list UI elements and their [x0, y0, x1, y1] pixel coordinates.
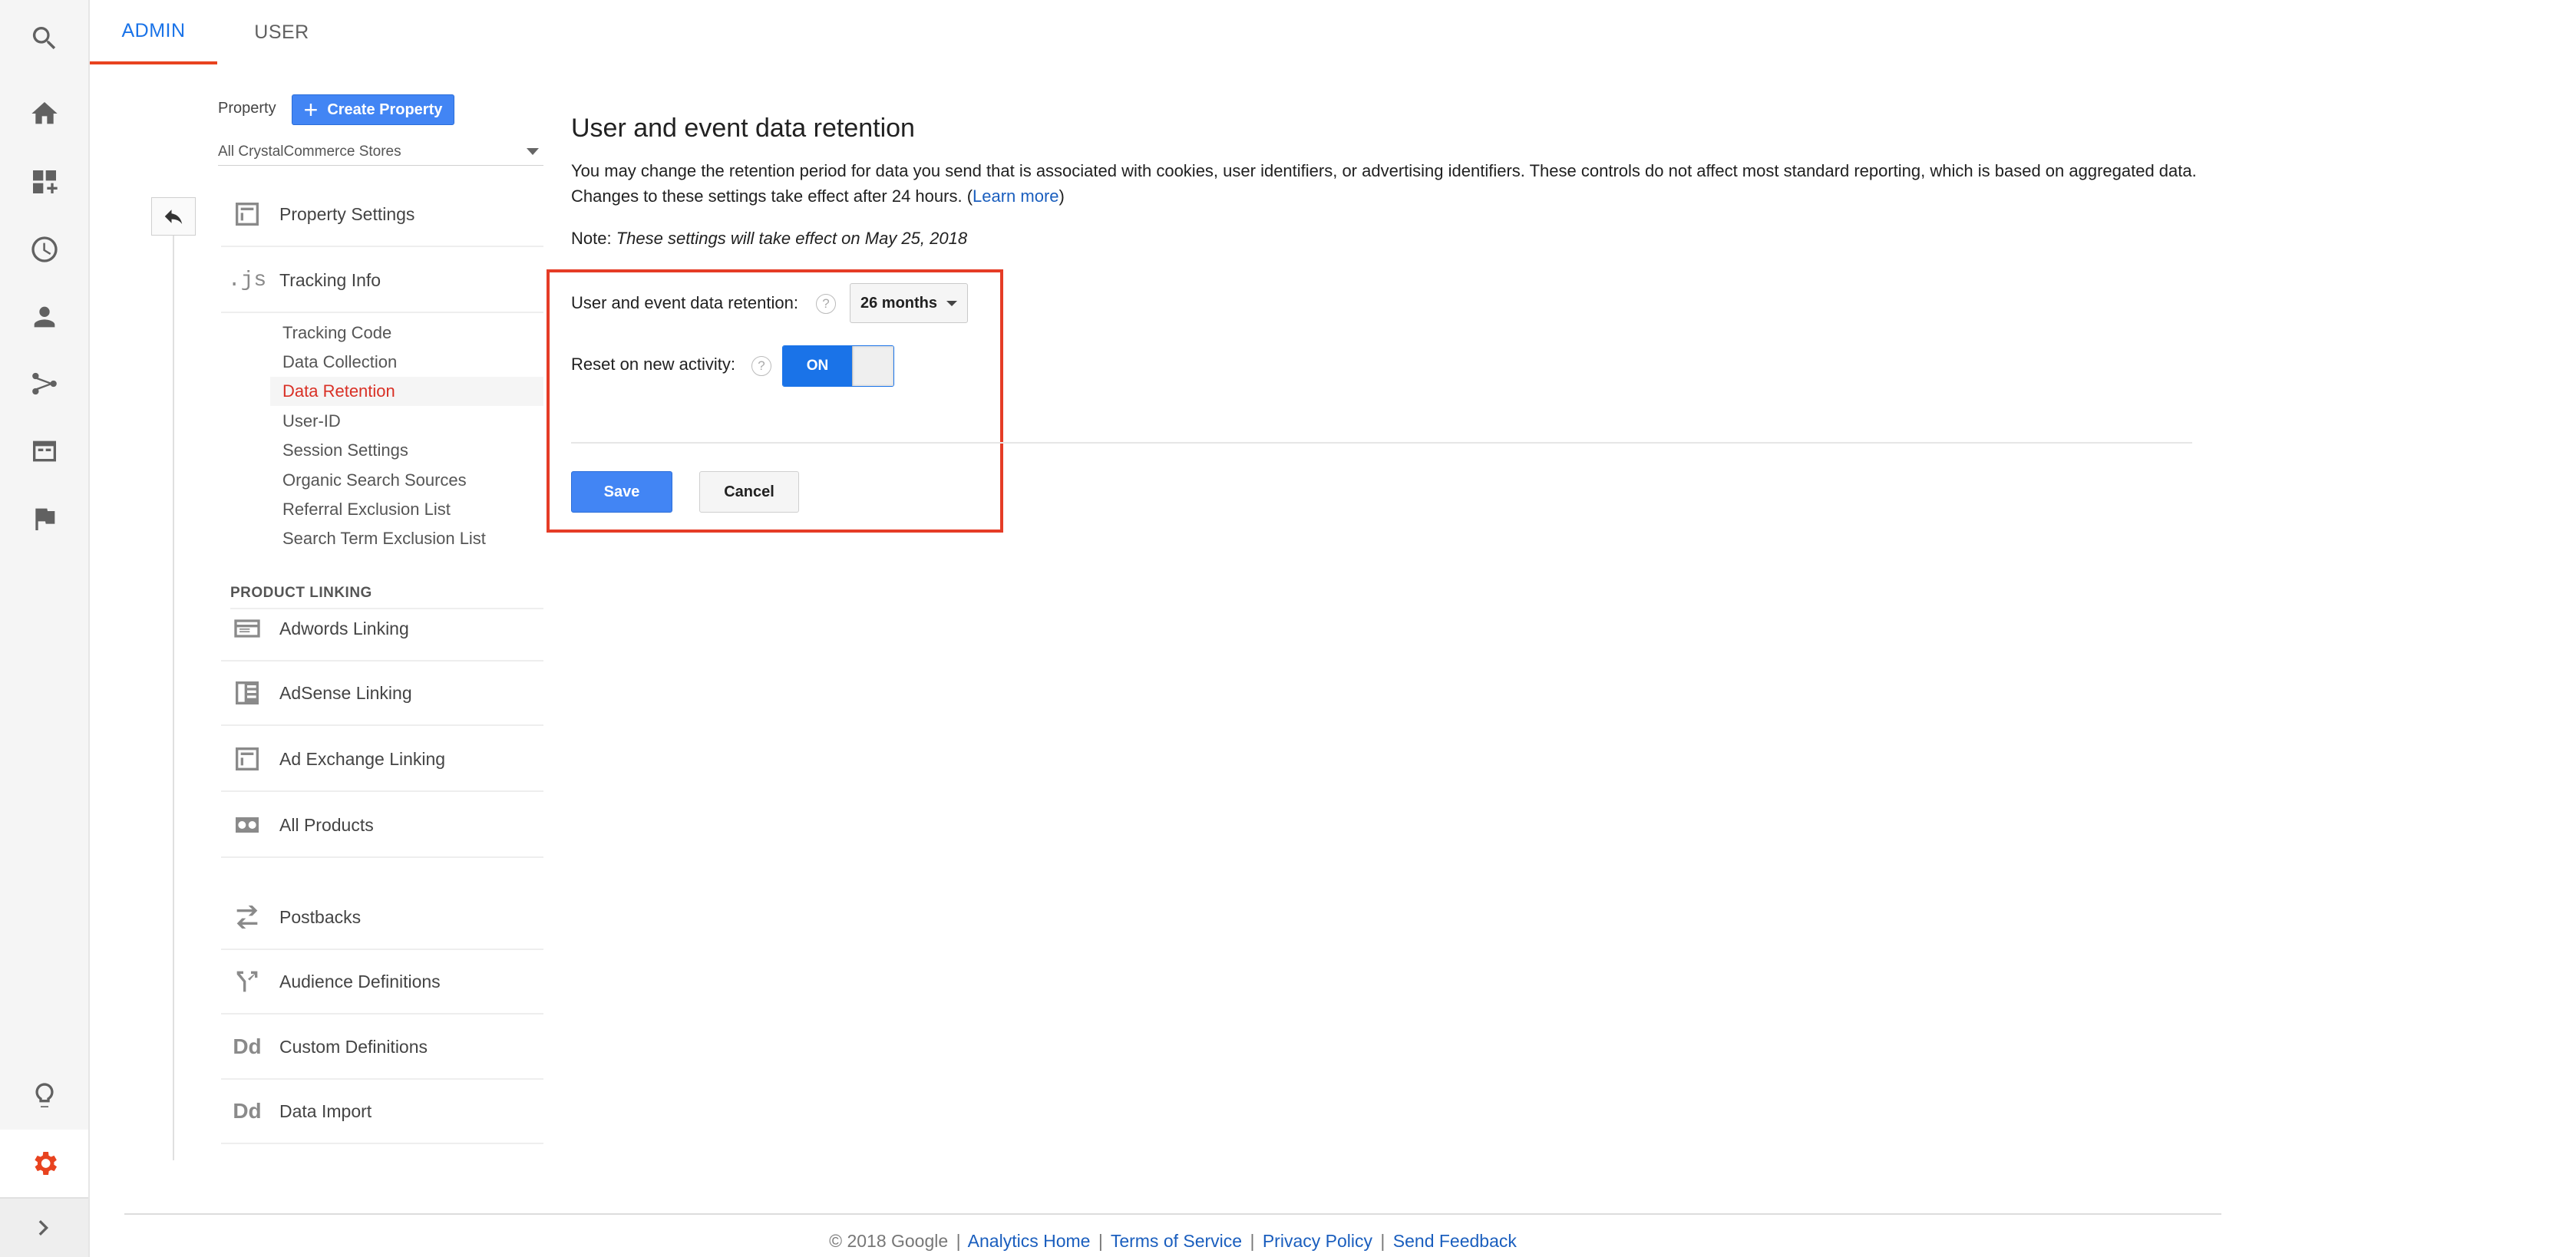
audience-icon[interactable] — [0, 283, 88, 351]
home-icon[interactable] — [0, 80, 88, 147]
create-property-button[interactable]: + Create Property — [292, 94, 454, 125]
nav-adsense-linking[interactable]: AdSense Linking — [221, 661, 543, 726]
audience-definitions-icon — [229, 963, 266, 1000]
nav-label: Custom Definitions — [279, 1036, 428, 1057]
adwords-icon — [229, 610, 266, 647]
custom-definitions-icon: Dd — [233, 1034, 262, 1058]
nav-label: Data Import — [279, 1100, 372, 1121]
left-rail — [0, 0, 90, 1257]
expand-icon[interactable] — [0, 1197, 88, 1257]
toggle-state-label: ON — [783, 346, 852, 386]
page-title: User and event data retention — [571, 114, 915, 143]
nav-label: Audience Definitions — [279, 971, 441, 991]
sub-organic-search-sources[interactable]: Organic Search Sources — [270, 466, 543, 495]
nav-label: Ad Exchange Linking — [279, 748, 446, 769]
analytics-home-link[interactable]: Analytics Home — [968, 1231, 1091, 1251]
divider — [571, 442, 2192, 444]
help-icon[interactable]: ? — [816, 294, 836, 314]
nav-label: Adwords Linking — [279, 618, 409, 638]
settings-icon[interactable] — [0, 1130, 88, 1197]
realtime-icon[interactable] — [0, 216, 88, 283]
ad-exchange-icon — [229, 741, 266, 777]
all-products-icon — [229, 807, 266, 843]
footer-separator: | — [956, 1231, 961, 1251]
nav-vertical-line — [173, 236, 174, 1160]
learn-more-link[interactable]: Learn more — [973, 186, 1059, 206]
toggle-knob — [852, 346, 893, 386]
tab-user[interactable]: USER — [217, 0, 346, 64]
sub-tracking-code[interactable]: Tracking Code — [270, 318, 543, 348]
nav-data-import[interactable]: Dd Data Import — [221, 1080, 543, 1144]
create-property-label: Create Property — [327, 101, 443, 118]
customization-icon[interactable] — [0, 148, 88, 216]
nav-label: Postbacks — [279, 906, 362, 927]
property-select-value: All CrystalCommerce Stores — [218, 143, 401, 160]
acquisition-icon[interactable] — [0, 350, 88, 417]
footer-separator: | — [1250, 1231, 1255, 1251]
footer-divider — [124, 1213, 2221, 1215]
terms-of-service-link[interactable]: Terms of Service — [1111, 1231, 1242, 1251]
retention-period-value: 26 months — [860, 294, 938, 312]
nav-property-settings[interactable]: Property Settings — [221, 183, 543, 247]
plus-icon: + — [303, 96, 319, 124]
nav-all-products[interactable]: All Products — [221, 793, 543, 858]
help-icon[interactable]: ? — [751, 356, 771, 376]
property-select[interactable]: All CrystalCommerce Stores — [218, 138, 543, 166]
note-text: These settings will take effect on May 2… — [616, 229, 968, 248]
sub-data-collection[interactable]: Data Collection — [270, 348, 543, 377]
retention-period-select[interactable]: 26 months — [850, 283, 968, 323]
nav-label: All Products — [279, 814, 374, 835]
reset-label: Reset on new activity: — [571, 355, 735, 374]
footer: © 2018 Google | Analytics Home | Terms o… — [124, 1231, 2221, 1252]
cancel-button[interactable]: Cancel — [699, 471, 799, 513]
behavior-icon[interactable] — [0, 417, 88, 485]
nav-label: Property Settings — [279, 203, 415, 224]
retention-description: You may change the retention period for … — [571, 158, 2198, 209]
nav-label: Tracking Info — [279, 269, 381, 290]
retention-label: User and event data retention: — [571, 293, 798, 312]
discover-icon[interactable] — [0, 1062, 88, 1130]
data-import-icon: Dd — [233, 1099, 262, 1123]
postbacks-icon — [229, 899, 266, 935]
sub-data-retention[interactable]: Data Retention — [270, 377, 543, 406]
reset-on-activity-toggle[interactable]: ON — [782, 345, 894, 387]
tab-admin[interactable]: ADMIN — [90, 0, 217, 64]
privacy-policy-link[interactable]: Privacy Policy — [1263, 1231, 1372, 1251]
admin-user-tabs: ADMIN USER — [90, 0, 346, 64]
sub-search-term-exclusion-list[interactable]: Search Term Exclusion List — [270, 524, 543, 553]
sub-referral-exclusion-list[interactable]: Referral Exclusion List — [270, 495, 543, 524]
nav-tracking-info[interactable]: .js Tracking Info — [221, 249, 543, 313]
search-icon[interactable] — [0, 5, 88, 72]
property-settings-icon — [229, 196, 266, 233]
back-button[interactable] — [151, 197, 196, 236]
sub-user-id[interactable]: User-ID — [270, 407, 543, 436]
caret-down-icon — [946, 300, 958, 306]
sub-session-settings[interactable]: Session Settings — [270, 436, 543, 465]
send-feedback-link[interactable]: Send Feedback — [1393, 1231, 1517, 1251]
conversions-icon[interactable] — [0, 485, 88, 553]
nav-ad-exchange-linking[interactable]: Ad Exchange Linking — [221, 727, 543, 792]
footer-separator: | — [1380, 1231, 1385, 1251]
description-text: You may change the retention period for … — [571, 161, 2197, 206]
nav-audience-definitions[interactable]: Audience Definitions — [221, 950, 543, 1015]
footer-separator: | — [1098, 1231, 1103, 1251]
note: Note: These settings will take effect on… — [571, 229, 967, 249]
save-button[interactable]: Save — [571, 471, 672, 513]
adsense-icon — [229, 675, 266, 711]
nav-adwords-linking[interactable]: Adwords Linking — [221, 597, 543, 661]
nav-custom-definitions[interactable]: Dd Custom Definitions — [221, 1015, 543, 1080]
js-icon: .js — [227, 268, 267, 292]
copyright: © 2018 Google — [829, 1231, 949, 1251]
description-close: ) — [1058, 186, 1065, 206]
nav-label: AdSense Linking — [279, 682, 412, 703]
property-label: Property — [218, 100, 276, 117]
back-arrow-icon — [164, 210, 183, 224]
note-prefix: Note: — [571, 229, 616, 248]
nav-postbacks[interactable]: Postbacks — [221, 886, 543, 950]
caret-down-icon — [527, 148, 539, 155]
